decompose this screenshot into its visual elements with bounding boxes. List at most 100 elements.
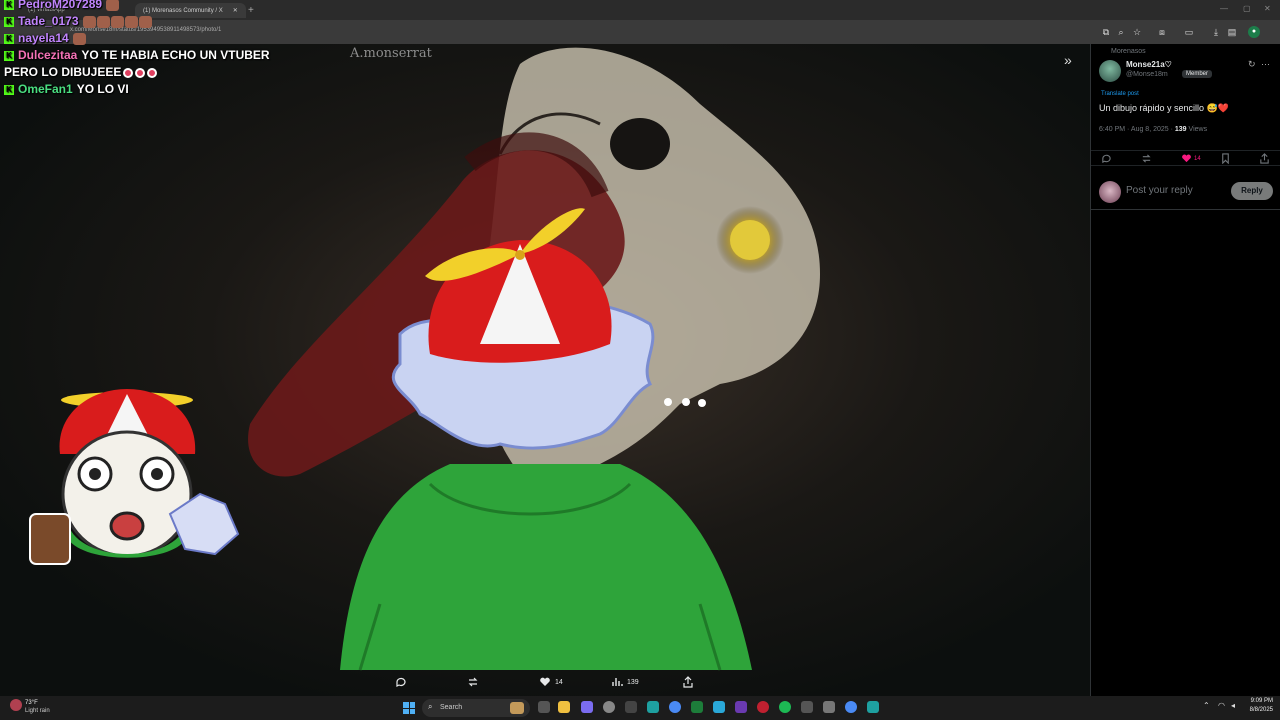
like-button[interactable]: 14 <box>539 676 563 688</box>
stream-chat: K PedroM207289 K Tade_0173 Knayela14 K Dulc… <box>4 0 304 98</box>
taskbar-search[interactable]: ⌕ Search <box>422 699 530 717</box>
more-icon[interactable]: ⋯ <box>1261 59 1270 70</box>
emote-icon <box>96 15 110 28</box>
volume-icon[interactable]: ◂ <box>1231 701 1235 710</box>
heart-icon <box>1182 154 1191 163</box>
app-icon[interactable] <box>823 701 835 713</box>
grok-icon[interactable]: ↻ <box>1248 59 1256 70</box>
collapse-panel-button[interactable]: » <box>1064 52 1072 68</box>
share-button[interactable] <box>682 676 694 688</box>
download-icon[interactable]: ⤓ <box>1210 26 1222 38</box>
teams-icon[interactable] <box>581 701 593 713</box>
post-meta: 6:40 PM · Aug 8, 2025 · 139 Views <box>1099 126 1207 133</box>
task-view-icon[interactable] <box>538 701 550 713</box>
kick-icon: K <box>4 84 14 95</box>
chat-text: YO LO VI <box>76 82 129 96</box>
weather-temperature[interactable]: 73°F <box>25 700 38 706</box>
tab-search-icon[interactable]: ▤ <box>1226 26 1238 38</box>
heart-icon <box>540 677 550 686</box>
chrome-icon[interactable] <box>845 701 857 713</box>
member-badge: Member <box>1182 70 1213 78</box>
share-icon <box>683 676 693 688</box>
share-icon <box>1260 153 1269 164</box>
reply-button[interactable] <box>395 676 407 688</box>
emote-icon <box>147 67 158 78</box>
clock-date[interactable]: 8/8/2025 <box>1246 707 1273 713</box>
kick-icon: K <box>4 50 14 61</box>
clock-time[interactable]: 9:09 PM <box>1249 698 1273 704</box>
chat-username: Tade_0173 <box>18 14 79 28</box>
excel-icon[interactable] <box>691 701 703 713</box>
post-reply-button[interactable] <box>1101 153 1112 164</box>
translate-link[interactable]: Translate post <box>1101 91 1139 97</box>
chat-username: Dulcezitaa <box>18 48 78 62</box>
repost-button[interactable] <box>467 676 479 688</box>
post-like-button[interactable]: 14 <box>1181 153 1201 164</box>
profile-icon[interactable]: ● <box>1248 26 1260 38</box>
author-handle[interactable]: @Monse18m <box>1126 71 1168 78</box>
reply-input[interactable]: Post your reply <box>1126 185 1193 196</box>
extensions-icon[interactable]: ⧈ <box>1156 26 1168 38</box>
post-text: Un dibujo rápido y sencillo 😅❤️ <box>1099 103 1229 113</box>
emote-icon <box>106 0 120 11</box>
chat-message: K OmeFan1 YO LO VI <box>4 81 304 98</box>
cast-icon[interactable]: ⧉ <box>1100 26 1112 38</box>
chrome-icon[interactable] <box>669 701 681 713</box>
chat-message: Knayela14 <box>4 30 304 47</box>
kick-icon: K <box>4 16 14 27</box>
star-icon[interactable]: ☆ <box>1131 26 1143 38</box>
start-button[interactable] <box>403 702 415 714</box>
repost-icon <box>1142 154 1151 163</box>
post-repost-button[interactable] <box>1141 153 1152 164</box>
file-explorer-icon[interactable] <box>558 701 570 713</box>
wifi-icon[interactable]: ◠ <box>1218 701 1225 710</box>
bookmark-button[interactable] <box>1220 153 1231 164</box>
app-icon[interactable] <box>867 701 879 713</box>
author-avatar[interactable] <box>1099 60 1121 82</box>
emote-icon <box>138 15 152 28</box>
author-name[interactable]: Monse21a♡ <box>1126 60 1172 69</box>
spotify-icon[interactable] <box>779 701 791 713</box>
post-share-button[interactable] <box>1259 153 1270 164</box>
image-viewer: A.monserrat » 14 139 <box>0 44 1090 696</box>
settings-icon[interactable] <box>603 701 615 713</box>
zoom-icon[interactable]: ⌕ <box>1115 26 1127 38</box>
chat-username: OmeFan1 <box>18 82 73 96</box>
app-icon[interactable] <box>757 701 769 713</box>
user-avatar <box>1099 181 1121 203</box>
app-icon[interactable] <box>625 701 637 713</box>
reply-icon <box>1102 154 1111 164</box>
chat-message-continued: PERO LO DIBUJEEE <box>4 64 304 81</box>
chat-username: nayela14 <box>18 31 69 45</box>
chat-text: YO TE HABIA ECHO UN VTUBER <box>81 48 270 62</box>
repost-icon <box>468 677 478 687</box>
sidebar-icon[interactable]: ▭ <box>1183 26 1195 38</box>
app-icon[interactable] <box>735 701 747 713</box>
maximize-button[interactable]: ▢ <box>1243 4 1251 13</box>
close-window-button[interactable]: ✕ <box>1264 4 1271 13</box>
bookmark-icon <box>1222 153 1229 164</box>
emote-icon <box>135 67 146 78</box>
minimize-button[interactable]: — <box>1220 4 1228 13</box>
weather-icon[interactable] <box>10 699 22 711</box>
app-icon[interactable] <box>647 701 659 713</box>
reply-icon <box>396 677 406 687</box>
app-icon[interactable] <box>801 701 813 713</box>
post-time[interactable]: 6:40 PM · Aug 8, 2025 · <box>1099 126 1175 133</box>
chat-message: K Tade_0173 <box>4 13 304 30</box>
emote-icon <box>123 67 134 78</box>
views-label: Views <box>1186 126 1208 133</box>
search-highlight-icon <box>510 702 524 714</box>
chat-message: K Dulcezitaa YO TE HABIA ECHO UN VTUBER <box>4 47 304 64</box>
reply-submit-button[interactable]: Reply <box>1231 182 1273 200</box>
search-icon: ⌕ <box>428 702 433 711</box>
app-icon[interactable] <box>713 701 725 713</box>
weather-description[interactable]: Light rain <box>25 708 50 714</box>
views-button[interactable]: 139 <box>611 676 639 688</box>
reply-composer: Post your reply Reply <box>1091 172 1280 210</box>
viewer-action-bar: 14 139 <box>0 670 1090 696</box>
kick-icon: K <box>4 0 14 10</box>
tray-chevron-icon[interactable]: ⌃ <box>1203 701 1210 710</box>
community-label[interactable]: Morenasos <box>1111 48 1146 55</box>
taskbar: 73°F Light rain ⌕ Search ⌃ ◠ ◂ 9:09 PM 8… <box>0 696 1280 720</box>
